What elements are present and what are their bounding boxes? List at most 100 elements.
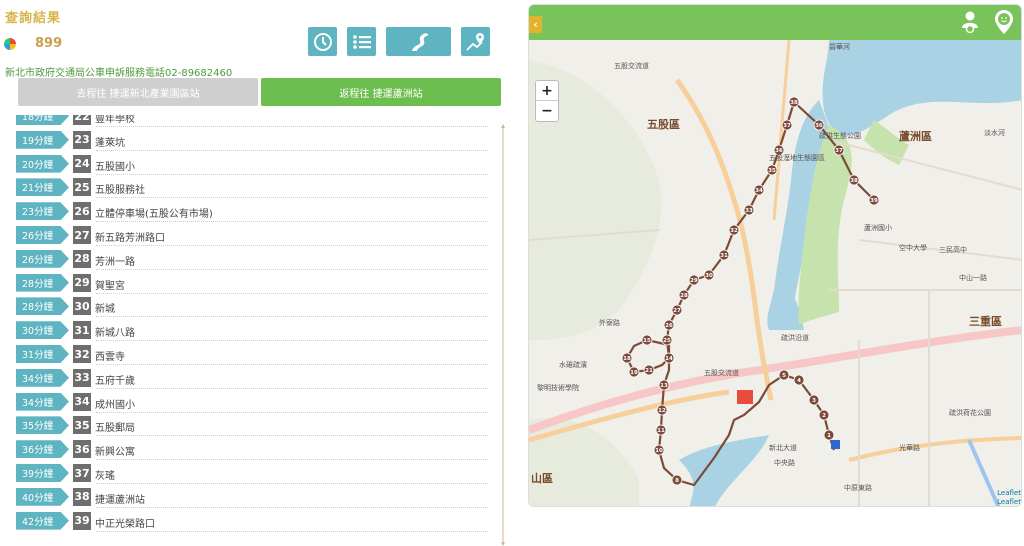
stop-name[interactable]: 五股國小 [95, 158, 135, 173]
svg-text:疏洪生態公園: 疏洪生態公園 [819, 131, 861, 140]
svg-text:空中大學: 空中大學 [899, 243, 927, 252]
leaflet-link[interactable]: Leaflet [997, 489, 1021, 498]
stop-row[interactable]: 36分鐘 36 新興公寓 [0, 437, 500, 461]
list-icon[interactable] [347, 27, 376, 56]
tab-inbound[interactable]: 返程往 捷運蘆洲站 [261, 78, 501, 106]
route-stop-marker: 11 [657, 428, 665, 434]
map-pin-icon[interactable] [461, 27, 490, 56]
map-canvas[interactable]: 五股區 蘆洲區 三重區 山區 碧華河 淡水河 五股交流道 五股溼地生態園區 疏洪… [529, 40, 1021, 506]
stop-row[interactable]: 21分鐘 25 五股服務社 [0, 175, 500, 199]
scroll-track[interactable] [502, 128, 504, 542]
stop-row[interactable]: 26分鐘 27 新五路芳洲路口 [0, 223, 500, 247]
stop-row[interactable]: 42分鐘 39 中正光榮路口 [0, 509, 500, 533]
stop-row[interactable]: 34分鐘 34 成州國小 [0, 390, 500, 414]
stop-name[interactable]: 新城 [95, 300, 115, 315]
route-stop-marker: 5 [782, 373, 786, 379]
stop-name[interactable]: 捷運蘆洲站 [95, 491, 145, 506]
stop-row[interactable]: 40分鐘 38 捷運蘆洲站 [0, 485, 500, 509]
stop-name[interactable]: 五股郵局 [95, 419, 135, 434]
stop-row[interactable]: 19分鐘 23 蓬萊坑 [0, 128, 500, 152]
list-scrollbar[interactable] [501, 124, 506, 546]
stop-sequence: 27 [73, 226, 91, 244]
stop-row[interactable]: 35分鐘 35 五股郵局 [0, 413, 500, 437]
stop-row[interactable]: 26分鐘 28 芳洲一路 [0, 247, 500, 271]
route-stop-marker: 18 [623, 356, 631, 362]
stop-name[interactable]: 豐年學校 [95, 115, 135, 125]
stop-sequence: 36 [73, 440, 91, 459]
route-info: 899 [4, 36, 62, 51]
route-stop-marker: 21 [645, 368, 653, 374]
eta-badge: 23分鐘 [16, 202, 69, 221]
route-stop-marker: 2 [822, 413, 826, 419]
stop-name[interactable]: 成州國小 [95, 396, 135, 411]
route-stop-marker: 39 [870, 198, 878, 204]
stop-sequence: 38 [73, 487, 91, 506]
svg-text:五股溼地生態園區: 五股溼地生態園區 [769, 153, 825, 162]
stop-name[interactable]: 新城八路 [95, 324, 135, 339]
page-title: 查詢結果 [5, 11, 62, 26]
stop-row[interactable]: 39分鐘 37 灰瑤 [0, 461, 500, 485]
stop-sequence: 35 [73, 416, 91, 435]
zoom-in-button[interactable]: + [536, 81, 558, 101]
stop-name[interactable]: 立體停車場(五股公有市場) [95, 205, 213, 220]
stop-sequence: 30 [73, 297, 91, 316]
svg-text:三重區: 三重區 [969, 314, 1002, 328]
svg-text:五股區: 五股區 [647, 118, 680, 131]
stop-row[interactable]: 34分鐘 33 五府千歲 [0, 366, 500, 390]
stop-name[interactable]: 五股服務社 [95, 181, 145, 196]
map-attribution[interactable]: Leaflet Leaflet [997, 489, 1021, 506]
stop-sequence: 33 [73, 368, 91, 387]
stop-name[interactable]: 芳洲一路 [95, 253, 135, 268]
stop-sequence: 22 [73, 115, 91, 125]
scroll-down-icon[interactable] [501, 542, 505, 546]
svg-text:五股交流道: 五股交流道 [704, 368, 739, 377]
zoom-out-button[interactable]: − [536, 101, 558, 121]
collapse-button[interactable]: ‹ [529, 16, 542, 33]
stop-row[interactable]: 31分鐘 32 西雲寺 [0, 342, 500, 366]
eta-badge: 36分鐘 [16, 440, 69, 459]
svg-text:中央路: 中央路 [774, 458, 795, 467]
stop-name[interactable]: 五府千歲 [95, 372, 135, 387]
smiley-icon[interactable] [993, 9, 1015, 35]
stop-row[interactable]: 18分鐘 22 豐年學校 [0, 115, 500, 128]
road-icon[interactable] [386, 27, 451, 56]
stop-sequence: 25 [73, 178, 91, 197]
bus-marker-icon [737, 390, 753, 404]
stop-name[interactable]: 中正光榮路口 [95, 515, 155, 530]
stop-row[interactable]: 28分鐘 30 新城 [0, 294, 500, 318]
eta-badge: 39分鐘 [16, 464, 69, 482]
stop-name[interactable]: 賀聖宮 [95, 277, 125, 292]
stop-sequence: 37 [73, 464, 91, 482]
svg-text:黎明技術學院: 黎明技術學院 [537, 383, 579, 392]
route-stop-marker: 36 [775, 148, 783, 154]
stop-name[interactable]: 新興公寓 [95, 443, 135, 458]
stop-sequence: 24 [73, 154, 91, 173]
svg-text:水碓疏濱: 水碓疏濱 [559, 360, 587, 369]
route-stop-marker: 38 [790, 100, 798, 106]
stop-row[interactable]: 20分鐘 24 五股國小 [0, 152, 500, 176]
route-stop-marker: 31 [720, 253, 728, 259]
user-location-icon[interactable] [959, 9, 981, 35]
svg-text:蘆洲區: 蘆洲區 [899, 129, 932, 143]
clock-icon[interactable] [308, 27, 337, 56]
stop-name[interactable]: 西雲寺 [95, 348, 125, 363]
stop-name[interactable]: 灰瑤 [95, 467, 115, 482]
tab-outbound[interactable]: 去程往 捷運新北產業園區站 [18, 78, 258, 106]
stop-sequence: 34 [73, 392, 91, 411]
complaint-hotline: 新北市政府交通局公車申訴服務電話02-89682460 [5, 68, 233, 79]
eta-badge: 31分鐘 [16, 345, 69, 363]
map-graphics: 五股區 蘆洲區 三重區 山區 碧華河 淡水河 五股交流道 五股溼地生態園區 疏洪… [529, 40, 1021, 506]
eta-badge: 28分鐘 [16, 297, 69, 316]
svg-text:碧華河: 碧華河 [829, 42, 850, 51]
stop-row[interactable]: 28分鐘 29 賀聖宮 [0, 271, 500, 295]
leaflet-link[interactable]: Leaflet [997, 498, 1021, 506]
stop-name[interactable]: 新五路芳洲路口 [95, 229, 165, 244]
eta-badge: 30分鐘 [16, 321, 69, 340]
route-stop-marker: 32 [730, 228, 738, 234]
eta-badge: 21分鐘 [16, 178, 69, 197]
route-stop-marker: 37 [783, 123, 791, 129]
stop-row[interactable]: 23分鐘 26 立體停車場(五股公有市場) [0, 199, 500, 223]
route-stop-marker: 26 [665, 323, 673, 329]
stop-name[interactable]: 蓬萊坑 [95, 134, 125, 149]
stop-row[interactable]: 30分鐘 31 新城八路 [0, 318, 500, 342]
